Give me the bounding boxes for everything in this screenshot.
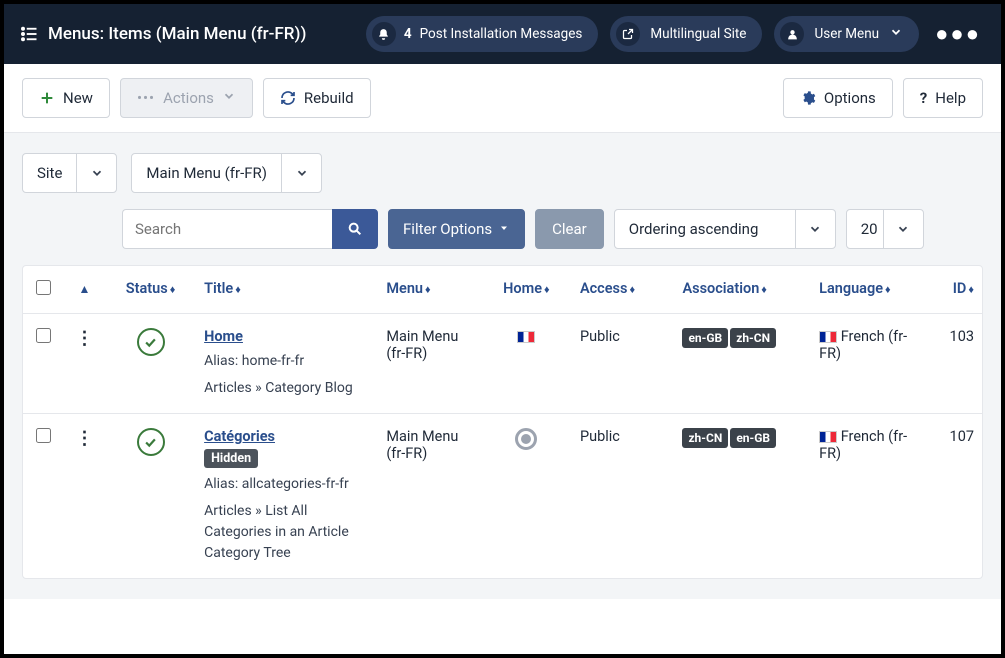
options-button[interactable]: Options [783, 78, 893, 118]
status-published-icon[interactable] [137, 328, 165, 356]
item-title-link[interactable]: Catégories [204, 428, 275, 445]
association-badge[interactable]: en-GB [730, 428, 776, 448]
association-badge[interactable]: en-GB [682, 328, 728, 348]
search-button[interactable] [332, 209, 378, 249]
chevron-down-icon [889, 25, 903, 43]
item-alias: Alias: allcategories-fr-fr [204, 474, 370, 495]
chevron-down-icon [883, 210, 923, 248]
item-access: Public [572, 314, 675, 414]
page-title-group: Menus: Items (Main Menu (fr-FR)) [20, 24, 354, 44]
item-language: French (fr-FR) [811, 414, 925, 579]
chevron-down-icon [222, 89, 236, 107]
notification-label: Post Installation Messages [420, 26, 583, 42]
table-row: ⋮ Home Alias: home-fr-fr Articles » Categor… [23, 314, 982, 414]
item-language: French (fr-FR) [811, 314, 925, 414]
site-link-pill[interactable]: Multilingual Site [610, 16, 762, 52]
actions-label: Actions [163, 89, 214, 107]
item-menu: Main Menu (fr-FR) [378, 314, 481, 414]
item-path: Articles » Category Blog [204, 378, 370, 399]
client-select[interactable]: Site [22, 153, 117, 193]
status-header[interactable]: Status♦ [105, 266, 196, 314]
user-icon [780, 22, 804, 46]
item-id: 103 [925, 314, 982, 414]
flag-fr-icon [819, 331, 837, 343]
rebuild-button[interactable]: Rebuild [263, 78, 371, 118]
topbar: Menus: Items (Main Menu (fr-FR)) 4 Post … [4, 4, 1001, 64]
items-table: ▲ Status♦ Title♦ Menu♦ Home♦ Access♦ Ass… [22, 265, 983, 579]
search-icon [347, 221, 363, 237]
row-checkbox[interactable] [36, 328, 51, 343]
content-area: Site Main Menu (fr-FR) Filter Options Cl… [4, 133, 1001, 599]
bell-icon [372, 22, 396, 46]
row-actions-icon[interactable]: ⋮ [76, 328, 94, 349]
access-header[interactable]: Access♦ [572, 266, 675, 314]
item-id: 107 [925, 414, 982, 579]
flag-fr-icon [517, 331, 535, 343]
user-menu-pill[interactable]: User Menu [774, 16, 919, 52]
menutype-select-label: Main Menu (fr-FR) [132, 164, 281, 182]
menu-items-icon [20, 25, 38, 43]
limit-label: 20 [847, 220, 883, 238]
association-header[interactable]: Association♦ [674, 266, 811, 314]
title-header[interactable]: Title♦ [196, 266, 378, 314]
filter-bar: Filter Options Clear Ordering ascending … [122, 209, 983, 249]
flag-fr-icon [819, 431, 837, 443]
gear-icon [800, 90, 816, 106]
toolbar: New ••• Actions Rebuild Options ? Help [4, 64, 1001, 133]
table-header-row: ▲ Status♦ Title♦ Menu♦ Home♦ Access♦ Ass… [23, 266, 982, 314]
more-icon[interactable]: ●●● [931, 21, 985, 47]
help-label: Help [935, 89, 966, 107]
menu-selectors: Site Main Menu (fr-FR) [22, 153, 983, 193]
help-button[interactable]: ? Help [903, 78, 983, 118]
actions-button: ••• Actions [120, 78, 253, 118]
association-badge[interactable]: zh-CN [682, 428, 728, 448]
language-header[interactable]: Language♦ [811, 266, 925, 314]
notifications-pill[interactable]: 4 Post Installation Messages [366, 16, 599, 52]
row-checkbox[interactable] [36, 428, 51, 443]
limit-select[interactable]: 20 [846, 209, 924, 249]
new-button[interactable]: New [22, 78, 110, 118]
refresh-icon [280, 90, 296, 106]
filter-options-label: Filter Options [403, 220, 492, 238]
options-label: Options [824, 89, 876, 107]
home-header[interactable]: Home♦ [481, 266, 572, 314]
search-input[interactable] [122, 209, 332, 249]
menu-header[interactable]: Menu♦ [378, 266, 481, 314]
item-title-link[interactable]: Home [204, 328, 243, 345]
chevron-down-icon [281, 154, 321, 192]
user-menu-label: User Menu [814, 26, 879, 42]
caret-down-icon [498, 220, 510, 238]
status-published-icon[interactable] [137, 428, 165, 456]
ordering-label: Ordering ascending [615, 220, 795, 238]
home-default-icon[interactable] [515, 428, 537, 450]
association-badge[interactable]: zh-CN [730, 328, 776, 348]
item-access: Public [572, 414, 675, 579]
hidden-badge: Hidden [204, 449, 258, 468]
rebuild-label: Rebuild [304, 89, 354, 107]
notification-count: 4 [404, 26, 412, 42]
ordering-header[interactable]: ▲ [79, 282, 91, 296]
chevron-down-icon [795, 210, 835, 248]
item-alias: Alias: home-fr-fr [204, 351, 370, 372]
new-label: New [63, 89, 93, 107]
item-path: Articles » List All Categories in an Art… [204, 501, 370, 564]
question-icon: ? [920, 89, 927, 107]
ordering-select[interactable]: Ordering ascending [614, 209, 836, 249]
search-group [122, 209, 378, 249]
row-actions-icon[interactable]: ⋮ [76, 428, 94, 449]
id-header[interactable]: ID♦ [925, 266, 982, 314]
chevron-down-icon [76, 154, 116, 192]
plus-icon [39, 90, 55, 106]
menutype-select[interactable]: Main Menu (fr-FR) [131, 153, 322, 193]
filter-options-button[interactable]: Filter Options [388, 209, 525, 249]
ellipsis-icon: ••• [137, 89, 155, 107]
item-menu: Main Menu (fr-FR) [378, 414, 481, 579]
clear-button[interactable]: Clear [535, 209, 604, 249]
external-link-icon [616, 22, 640, 46]
client-select-label: Site [23, 164, 76, 182]
site-link-label: Multilingual Site [650, 26, 746, 42]
page-title: Menus: Items (Main Menu (fr-FR)) [48, 24, 306, 44]
table-row: ⋮ Catégories Hidden Alias: allcategories-fr… [23, 414, 982, 579]
select-all-checkbox[interactable] [36, 280, 51, 295]
